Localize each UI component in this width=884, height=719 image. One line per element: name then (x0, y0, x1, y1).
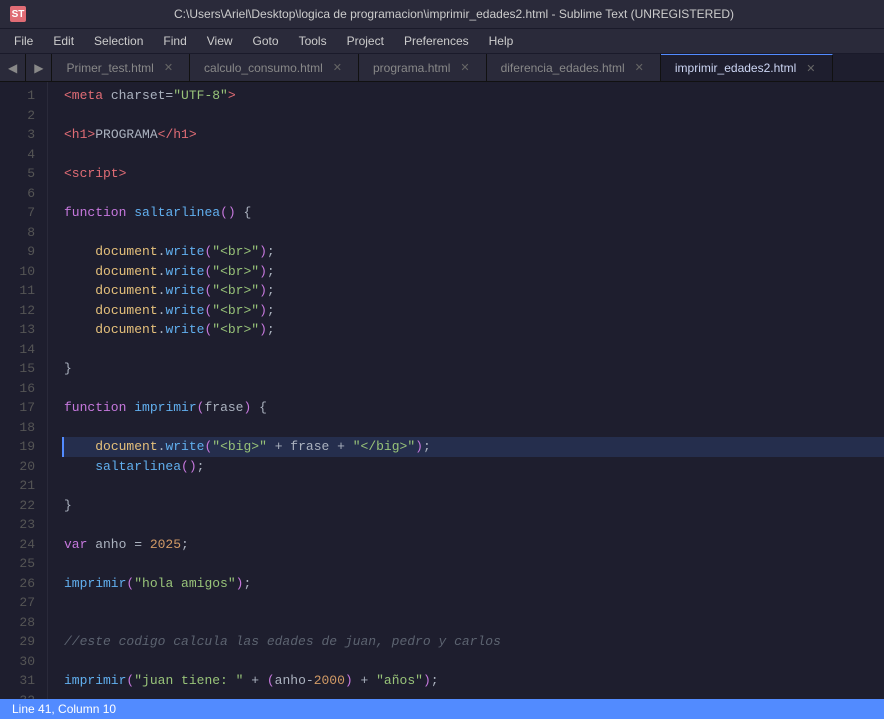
code-line: imprimir("hola amigos"); (64, 574, 884, 594)
tab-programa[interactable]: programa.html ✕ (359, 54, 487, 81)
menu-preferences[interactable]: Preferences (394, 31, 479, 51)
code-line: document.write("<big>" + frase + "</big>… (62, 437, 884, 457)
tab-label: calculo_consumo.html (204, 61, 323, 75)
tab-prev-btn[interactable]: ◀ (0, 54, 26, 81)
code-line: <meta charset="UTF-8"> (64, 86, 884, 106)
tab-close-icon[interactable]: ✕ (162, 61, 175, 74)
menu-help[interactable]: Help (479, 31, 524, 51)
menu-file[interactable]: File (4, 31, 43, 51)
code-line (64, 691, 884, 700)
code-line (64, 515, 884, 535)
code-line (64, 379, 884, 399)
code-line: } (64, 359, 884, 379)
code-line (64, 418, 884, 438)
tab-close-icon[interactable]: ✕ (633, 61, 646, 74)
menu-find[interactable]: Find (153, 31, 196, 51)
code-line (64, 554, 884, 574)
title-bar: ST C:\Users\Ariel\Desktop\logica de prog… (0, 0, 884, 29)
code-line: <h1>PROGRAMA</h1> (64, 125, 884, 145)
menu-goto[interactable]: Goto (243, 31, 289, 51)
tab-close-icon[interactable]: ✕ (331, 61, 344, 74)
code-line: } (64, 496, 884, 516)
code-editor[interactable]: <meta charset="UTF-8"> <h1>PROGRAMA</h1>… (48, 82, 884, 699)
code-line (64, 223, 884, 243)
code-line (64, 106, 884, 126)
menu-tools[interactable]: Tools (289, 31, 337, 51)
tab-label: imprimir_edades2.html (675, 61, 796, 75)
tab-label: diferencia_edades.html (501, 61, 625, 75)
cursor-position: Line 41, Column 10 (12, 702, 116, 716)
code-line: //este codigo calcula las edades de juan… (64, 632, 884, 652)
tab-imprimir-edades2[interactable]: imprimir_edades2.html ✕ (661, 54, 833, 81)
menu-view[interactable]: View (197, 31, 243, 51)
tab-next-btn[interactable]: ▶ (26, 54, 52, 81)
code-line: document.write("<br>"); (64, 281, 884, 301)
code-line: function saltarlinea() { (64, 203, 884, 223)
menu-edit[interactable]: Edit (43, 31, 84, 51)
code-line (64, 476, 884, 496)
tab-diferencia-edades[interactable]: diferencia_edades.html ✕ (487, 54, 661, 81)
code-line (64, 340, 884, 360)
code-line: document.write("<br>"); (64, 242, 884, 262)
code-area: 1 2 3 4 5 6 7 8 9 10 11 12 13 14 15 16 1… (0, 82, 884, 699)
window-title: C:\Users\Ariel\Desktop\logica de program… (34, 7, 874, 21)
menu-bar: File Edit Selection Find View Goto Tools… (0, 29, 884, 54)
line-numbers: 1 2 3 4 5 6 7 8 9 10 11 12 13 14 15 16 1… (0, 82, 48, 699)
tab-primer-test[interactable]: Primer_test.html ✕ (52, 54, 190, 81)
tab-close-icon[interactable]: ✕ (804, 62, 817, 75)
code-line: document.write("<br>"); (64, 262, 884, 282)
code-line: var anho = 2025; (64, 535, 884, 555)
code-line: document.write("<br>"); (64, 301, 884, 321)
code-line (64, 613, 884, 633)
menu-project[interactable]: Project (337, 31, 394, 51)
code-line: document.write("<br>"); (64, 320, 884, 340)
tab-bar: ◀ ▶ Primer_test.html ✕ calculo_consumo.h… (0, 54, 884, 82)
code-line (64, 593, 884, 613)
tab-close-icon[interactable]: ✕ (458, 61, 471, 74)
tab-label: Primer_test.html (66, 61, 153, 75)
status-bar: Line 41, Column 10 (0, 699, 884, 719)
code-line (64, 184, 884, 204)
menu-selection[interactable]: Selection (84, 31, 153, 51)
code-line: function imprimir(frase) { (64, 398, 884, 418)
tab-calculo-consumo[interactable]: calculo_consumo.html ✕ (190, 54, 359, 81)
code-line: saltarlinea(); (64, 457, 884, 477)
code-line (64, 652, 884, 672)
tab-label: programa.html (373, 61, 450, 75)
code-line: <script> (64, 164, 884, 184)
code-line (64, 145, 884, 165)
code-line: imprimir("juan tiene: " + (anho-2000) + … (64, 671, 884, 691)
app-icon: ST (10, 6, 26, 22)
